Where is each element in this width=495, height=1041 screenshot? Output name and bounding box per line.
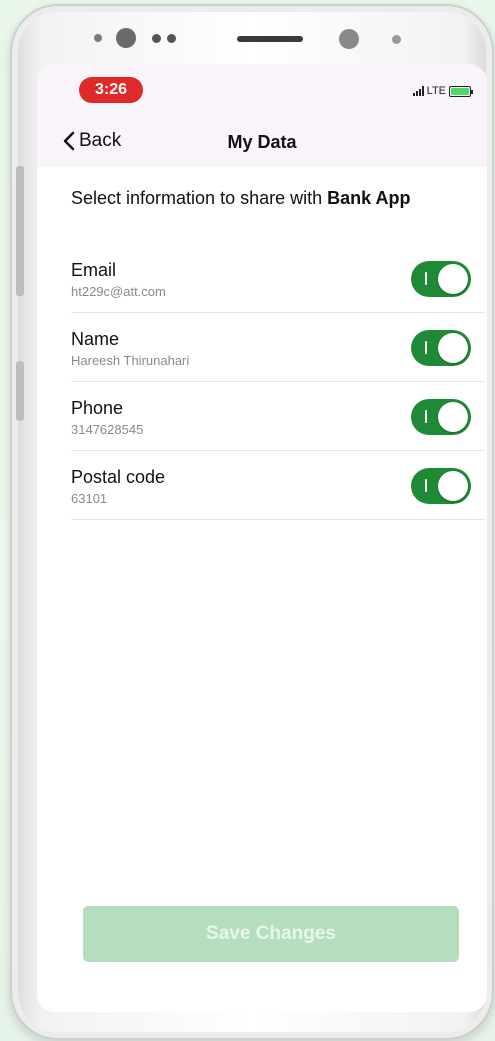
field-label: Postal code (71, 467, 166, 487)
field-label: Email (71, 260, 117, 280)
list-item-name: Name Hareesh Thirunahari (71, 313, 485, 382)
field-label: Phone (71, 398, 124, 418)
phone-frame: 3:26 LTE Back My Data Select information… (10, 4, 494, 1040)
navigation-bar: Back My Data (37, 110, 487, 167)
app-name: Bank App (327, 188, 411, 208)
signal-icon (412, 86, 424, 96)
phone-toggle[interactable] (411, 399, 471, 435)
field-value: Hareesh Thirunahari (71, 353, 190, 368)
power-button (16, 361, 24, 421)
screen: 3:26 LTE Back My Data Select information… (37, 64, 487, 1012)
sensor-dot (167, 34, 176, 43)
save-changes-button[interactable]: Save Changes (83, 906, 459, 962)
field-value: ht229c@att.com (71, 284, 166, 299)
sensor-dot (94, 34, 102, 42)
page-title: My Data (227, 132, 297, 152)
list-item-postal-code: Postal code 63101 (71, 451, 485, 520)
email-toggle[interactable] (411, 261, 471, 297)
status-time: 3:26 (79, 77, 143, 103)
field-value: 3147628545 (71, 422, 144, 437)
front-camera (116, 28, 136, 48)
status-indicators: LTE (412, 85, 473, 97)
earpiece-speaker (237, 36, 303, 42)
light-sensor (392, 35, 401, 44)
battery-icon (449, 85, 473, 97)
share-prompt-text: Select information to share with (71, 188, 328, 208)
field-label: Name (71, 329, 120, 349)
list-item-phone: Phone 3147628545 (71, 382, 485, 451)
sensor-dot (152, 34, 161, 43)
list-item-email: Email ht229c@att.com (71, 244, 485, 313)
proximity-sensor (339, 29, 359, 49)
postal-code-toggle[interactable] (411, 468, 471, 504)
share-prompt: Select information to share with Bank Ap… (71, 188, 410, 209)
field-value: 63101 (71, 491, 108, 506)
status-bar: 3:26 LTE (37, 64, 487, 110)
data-field-list: Email ht229c@att.com Name Hareesh Thirun… (71, 244, 485, 520)
network-type: LTE (426, 85, 446, 97)
volume-button (16, 166, 24, 296)
name-toggle[interactable] (411, 330, 471, 366)
